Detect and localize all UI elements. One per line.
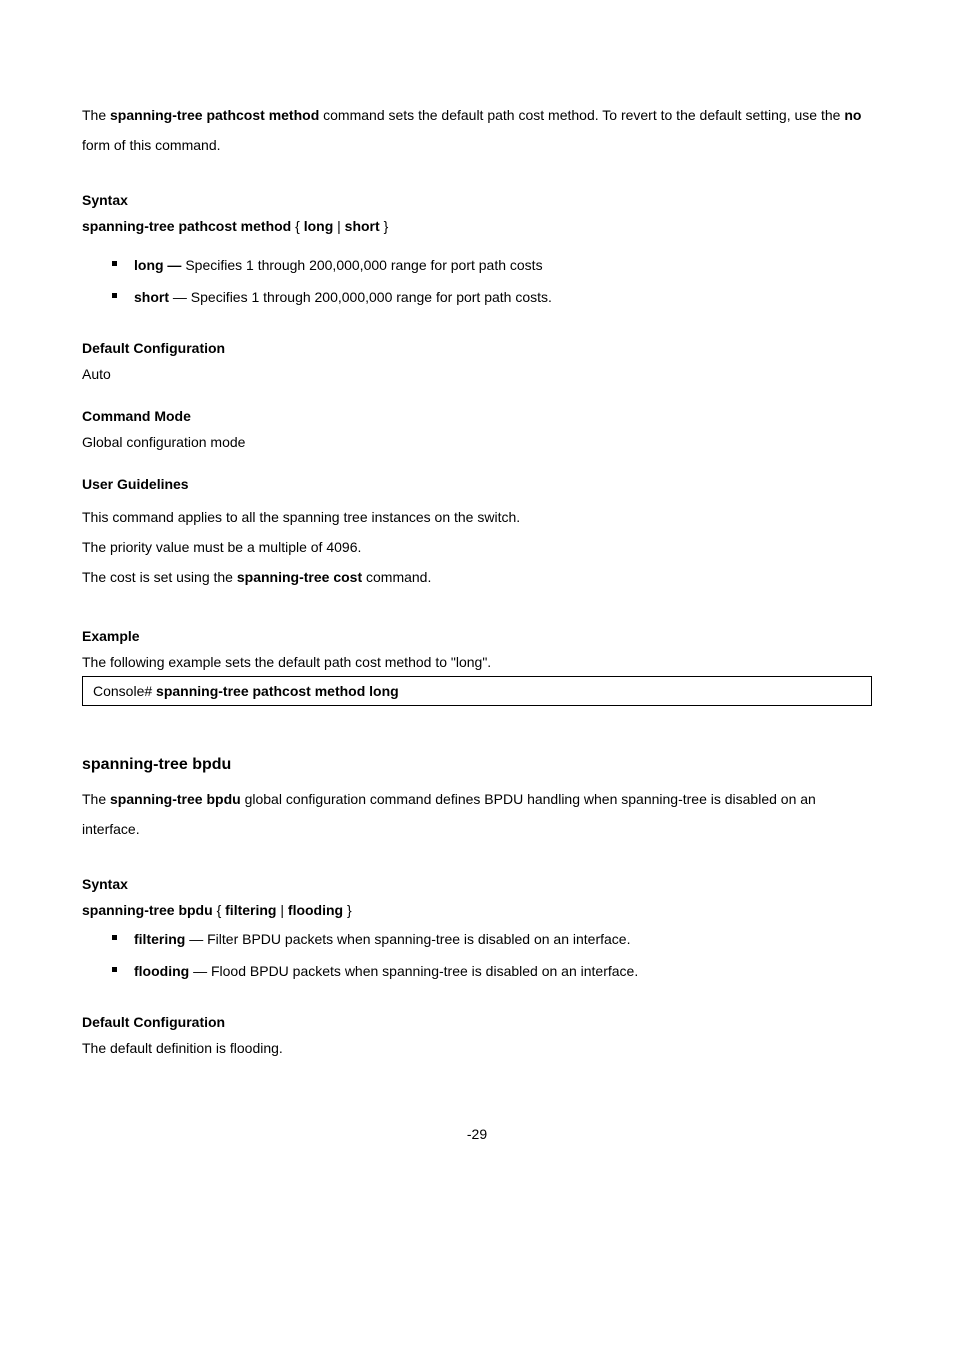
ref-cmd: spanning-tree cost [237, 569, 362, 585]
syntax-cmd: spanning-tree pathcost method [82, 218, 295, 234]
mode-value: Global configuration mode [82, 434, 872, 450]
param-name: flooding [134, 963, 193, 979]
console-box: Console# spanning-tree pathcost method l… [82, 676, 872, 706]
syntax-opt-a: filtering [221, 902, 280, 918]
param-desc: — Filter BPDU packets when spanning-tree… [189, 931, 630, 947]
param-name: filtering [134, 931, 189, 947]
param-list: long — Specifies 1 through 200,000,000 r… [82, 250, 872, 314]
syntax-cmd: spanning-tree bpdu [82, 902, 217, 918]
default-value: The default definition is flooding. [82, 1040, 872, 1056]
mode-heading: Command Mode [82, 408, 872, 424]
syntax-line: spanning-tree bpdu { filtering | floodin… [82, 902, 872, 918]
list-item: flooding — Flood BPDU packets when spann… [112, 956, 872, 988]
default-heading: Default Configuration [82, 1014, 872, 1030]
syntax-opt-a: long [300, 218, 337, 234]
cmd-name: spanning-tree bpdu [110, 791, 241, 807]
brace-close: } [347, 902, 352, 918]
sec1-desc: The spanning-tree pathcost method comman… [82, 100, 872, 160]
text: command sets the default path cost metho… [319, 107, 844, 123]
page-content: The spanning-tree pathcost method comman… [82, 0, 872, 1202]
brace-close: } [384, 218, 389, 234]
keyword-no: no [844, 107, 861, 123]
default-value: Auto [82, 366, 872, 382]
text: The cost is set using the [82, 569, 237, 585]
sec2-desc: The spanning-tree bpdu global configurat… [82, 784, 872, 844]
example-desc: The following example sets the default p… [82, 654, 872, 670]
param-desc: Specifies 1 through 200,000,000 range fo… [185, 257, 542, 273]
cmd-name: spanning-tree pathcost method [110, 107, 319, 123]
syntax-heading: Syntax [82, 876, 872, 892]
syntax-opt-b: short [341, 218, 384, 234]
text: This command applies to all the spanning… [82, 502, 872, 532]
list-item: long — Specifies 1 through 200,000,000 r… [112, 250, 872, 282]
list-item: filtering — Filter BPDU packets when spa… [112, 924, 872, 956]
console-prompt: Console# [93, 683, 156, 699]
text: The cost is set using the spanning-tree … [82, 562, 872, 592]
example-heading: Example [82, 628, 872, 644]
page-number: -29 [82, 1126, 872, 1142]
console-cmd: spanning-tree pathcost method long [156, 683, 399, 699]
section-title: spanning-tree bpdu [82, 756, 872, 774]
syntax-line: spanning-tree pathcost method { long | s… [82, 218, 872, 234]
text: form of this command. [82, 137, 221, 153]
default-heading: Default Configuration [82, 340, 872, 356]
list-item: short — Specifies 1 through 200,000,000 … [112, 282, 872, 314]
guidelines-heading: User Guidelines [82, 476, 872, 492]
text: The [82, 791, 110, 807]
param-desc: — Flood BPDU packets when spanning-tree … [193, 963, 638, 979]
text: command. [362, 569, 431, 585]
param-name: short [134, 289, 173, 305]
param-name: long — [134, 257, 185, 273]
param-desc: — Specifies 1 through 200,000,000 range … [173, 289, 552, 305]
text: The priority value must be a multiple of… [82, 532, 872, 562]
param-list: filtering — Filter BPDU packets when spa… [82, 924, 872, 988]
text: The [82, 107, 110, 123]
guidelines-body: This command applies to all the spanning… [82, 502, 872, 592]
syntax-opt-b: flooding [284, 902, 347, 918]
syntax-heading: Syntax [82, 192, 872, 208]
